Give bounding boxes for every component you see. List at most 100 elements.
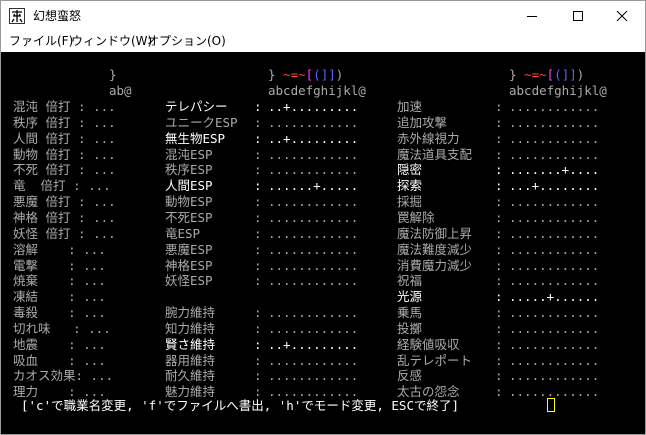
esp-label: 竜ESP	[165, 225, 201, 241]
minimize-button[interactable]	[509, 1, 555, 31]
resist-row: 人間 倍打 : ...	[13, 130, 116, 146]
ability-label: 乱テレポート	[397, 352, 473, 368]
maximize-button[interactable]	[555, 1, 601, 31]
ability-flags: ............	[509, 99, 600, 114]
terminal-screen[interactable]: } ab@ } ~=~[(]]) abcdefghijkl@ } ~=~[(]]…	[1, 52, 645, 434]
resist-row: 地震 : ...	[13, 336, 106, 352]
esp-label: 妖怪ESP	[165, 273, 213, 289]
header-mid-line1: } ~=~[(]])	[268, 67, 343, 82]
ability-label: 探索	[397, 178, 423, 194]
window-title: 幻想蛮怒	[33, 9, 82, 23]
menu-window[interactable]: ウィンドウ(W)	[71, 33, 152, 49]
esp-flags: ............	[268, 162, 359, 178]
header-right-amulet: ~=~	[524, 67, 547, 82]
esp-label: 悪魔ESP	[165, 241, 213, 257]
ability-label: 太古の怨念	[397, 384, 460, 400]
separator: :	[254, 130, 262, 146]
ability-flags: ............	[509, 336, 600, 352]
menu-options[interactable]: オプション(O)	[147, 33, 226, 49]
separator: :	[254, 114, 262, 130]
separator: :	[254, 241, 262, 257]
resist-row: 妖怪 倍打 : ...	[13, 225, 116, 241]
text-cursor	[547, 398, 555, 412]
esp-flags: ............	[268, 320, 359, 336]
separator: :	[254, 209, 262, 225]
esp-label: 無生物ESP	[165, 130, 226, 146]
ability-flags: ............	[509, 114, 600, 130]
separator: :	[254, 305, 262, 321]
esp-label: ユニークESP	[165, 114, 238, 130]
esp-flags: ............	[268, 352, 359, 368]
separator: :	[495, 273, 503, 289]
ability-label: 経験値吸収	[397, 336, 460, 352]
esp-flags: ............	[268, 273, 359, 289]
separator: :	[254, 257, 262, 273]
resist-row: 不死 倍打 : ...	[13, 162, 116, 178]
separator: :	[254, 384, 262, 400]
command-prompt: ['c'で職業名変更, 'f'でファイルへ書出, 'h'でモード変更, ESCで…	[21, 398, 460, 413]
ability-flags: ............	[509, 225, 600, 241]
separator: :	[254, 225, 262, 241]
ability-flags: ............	[509, 273, 600, 289]
separator: :	[495, 146, 503, 162]
app-window: 幻想蛮怒 ファイル(F) ウィンドウ(W) オプション(O) } ab@ } ~…	[0, 0, 646, 435]
menu-bar: ファイル(F) ウィンドウ(W) オプション(O)	[1, 31, 645, 51]
separator: :	[495, 305, 503, 321]
header-right-line2: abcdefghijkl@	[509, 83, 607, 98]
resist-row: 毒殺 : ...	[13, 305, 106, 321]
header-mid-paren: )	[335, 67, 344, 82]
ability-label: 魔法難度減少	[397, 241, 473, 257]
resist-row: 秩序 倍打 : ...	[13, 114, 116, 130]
header-right-brace: }	[509, 67, 517, 82]
separator: :	[495, 194, 503, 210]
resist-row: 切れ味 : ...	[13, 320, 111, 336]
separator: :	[495, 257, 503, 273]
header-right-line1: } ~=~[(]])	[509, 67, 584, 82]
menu-file[interactable]: ファイル(F)	[9, 33, 73, 49]
separator: :	[495, 209, 503, 225]
ability-flags: ............	[509, 305, 600, 321]
resist-row: 動物 倍打 : ...	[13, 146, 116, 162]
separator: :	[495, 336, 503, 352]
separator: :	[254, 368, 262, 384]
ability-label: 追加攻撃	[397, 114, 448, 130]
close-button[interactable]	[599, 1, 645, 31]
separator: :	[495, 368, 503, 384]
ability-flags: ............	[509, 368, 600, 384]
resist-row: 理力 : ...	[13, 384, 106, 400]
esp-flags: ............	[268, 209, 359, 225]
separator: :	[254, 273, 262, 289]
resist-row: カオス効果: ...	[13, 368, 114, 384]
ability-flags: ............	[509, 146, 600, 162]
esp-label: 不死ESP	[165, 209, 213, 225]
header-mid-brace: }	[268, 67, 276, 82]
ability-label: 加速	[397, 99, 423, 114]
esp-label: 腕力維持	[165, 305, 216, 321]
resist-row: 溶解 : ...	[13, 241, 106, 257]
separator: :	[254, 194, 262, 210]
separator: :	[495, 114, 503, 130]
separator: :	[495, 99, 503, 114]
esp-flags: ............	[268, 368, 359, 384]
esp-flags: ............	[268, 114, 359, 130]
title-bar[interactable]: 幻想蛮怒	[1, 1, 645, 31]
esp-label: テレパシー	[165, 99, 228, 114]
ability-flags: ............	[509, 384, 600, 400]
header-right-paren: )	[576, 67, 585, 82]
close-icon	[616, 10, 628, 22]
minimize-icon	[527, 16, 537, 17]
esp-label: 賢さ維持	[165, 336, 216, 352]
ability-label: 乗馬	[397, 305, 423, 321]
esp-flags: ............	[268, 305, 359, 321]
ability-label: 罠解除	[397, 209, 435, 225]
ability-label: 光源	[397, 289, 423, 305]
separator: :	[254, 336, 262, 352]
separator: :	[495, 241, 503, 257]
resist-row: 悪魔 倍打 : ...	[13, 194, 116, 210]
esp-label: 神格ESP	[165, 257, 213, 273]
esp-label: 耐久維持	[165, 368, 216, 384]
separator: :	[254, 352, 262, 368]
ability-flags: ............	[509, 320, 600, 336]
ability-label: 魔法防御上昇	[397, 225, 473, 241]
separator: :	[495, 384, 503, 400]
